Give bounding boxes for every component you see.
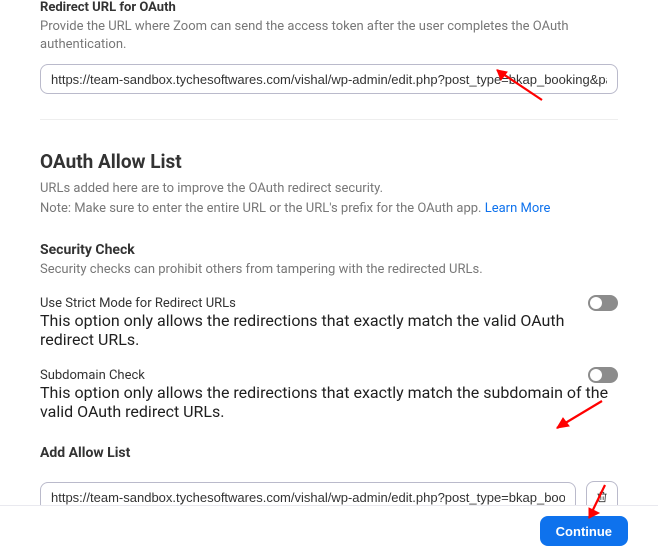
strict-mode-label: Use Strict Mode for Redirect URLs (40, 296, 236, 311)
oauth-allow-list-hint: URLs added here are to improve the OAuth… (40, 179, 618, 218)
redirect-url-input[interactable] (40, 64, 618, 94)
footer: Continue (0, 505, 658, 556)
continue-button[interactable]: Continue (540, 516, 628, 546)
subdomain-check-block: Subdomain Check This option only allows … (40, 367, 618, 421)
security-check-hint: Security checks can prohibit others from… (40, 262, 618, 277)
security-check-section: Security Check Security checks can prohi… (40, 242, 618, 277)
learn-more-link[interactable]: Learn More (485, 201, 551, 216)
strict-mode-block: Use Strict Mode for Redirect URLs This o… (40, 295, 618, 349)
subdomain-check-label: Subdomain Check (40, 368, 145, 383)
security-check-title: Security Check (40, 242, 618, 258)
oauth-allow-list-hint-line1: URLs added here are to improve the OAuth… (40, 181, 383, 196)
oauth-allow-list-hint-line2-prefix: Note: Make sure to enter the entire URL … (40, 201, 485, 216)
content: Redirect URL for OAuth Provide the URL w… (0, 0, 658, 556)
oauth-allow-list-title: OAuth Allow List (40, 150, 618, 173)
subdomain-check-toggle[interactable] (588, 367, 618, 383)
redirect-url-title: Redirect URL for OAuth (40, 0, 618, 15)
divider (40, 119, 618, 120)
strict-mode-hint: This option only allows the redirections… (40, 311, 618, 349)
redirect-url-hint: Provide the URL where Zoom can send the … (40, 18, 618, 54)
add-allow-list-title: Add Allow List (40, 445, 618, 461)
subdomain-check-hint: This option only allows the redirections… (40, 383, 618, 421)
redirect-url-section: Redirect URL for OAuth Provide the URL w… (40, 0, 618, 94)
strict-mode-toggle[interactable] (588, 295, 618, 311)
trash-icon (595, 490, 609, 504)
page: Redirect URL for OAuth Provide the URL w… (0, 0, 658, 556)
